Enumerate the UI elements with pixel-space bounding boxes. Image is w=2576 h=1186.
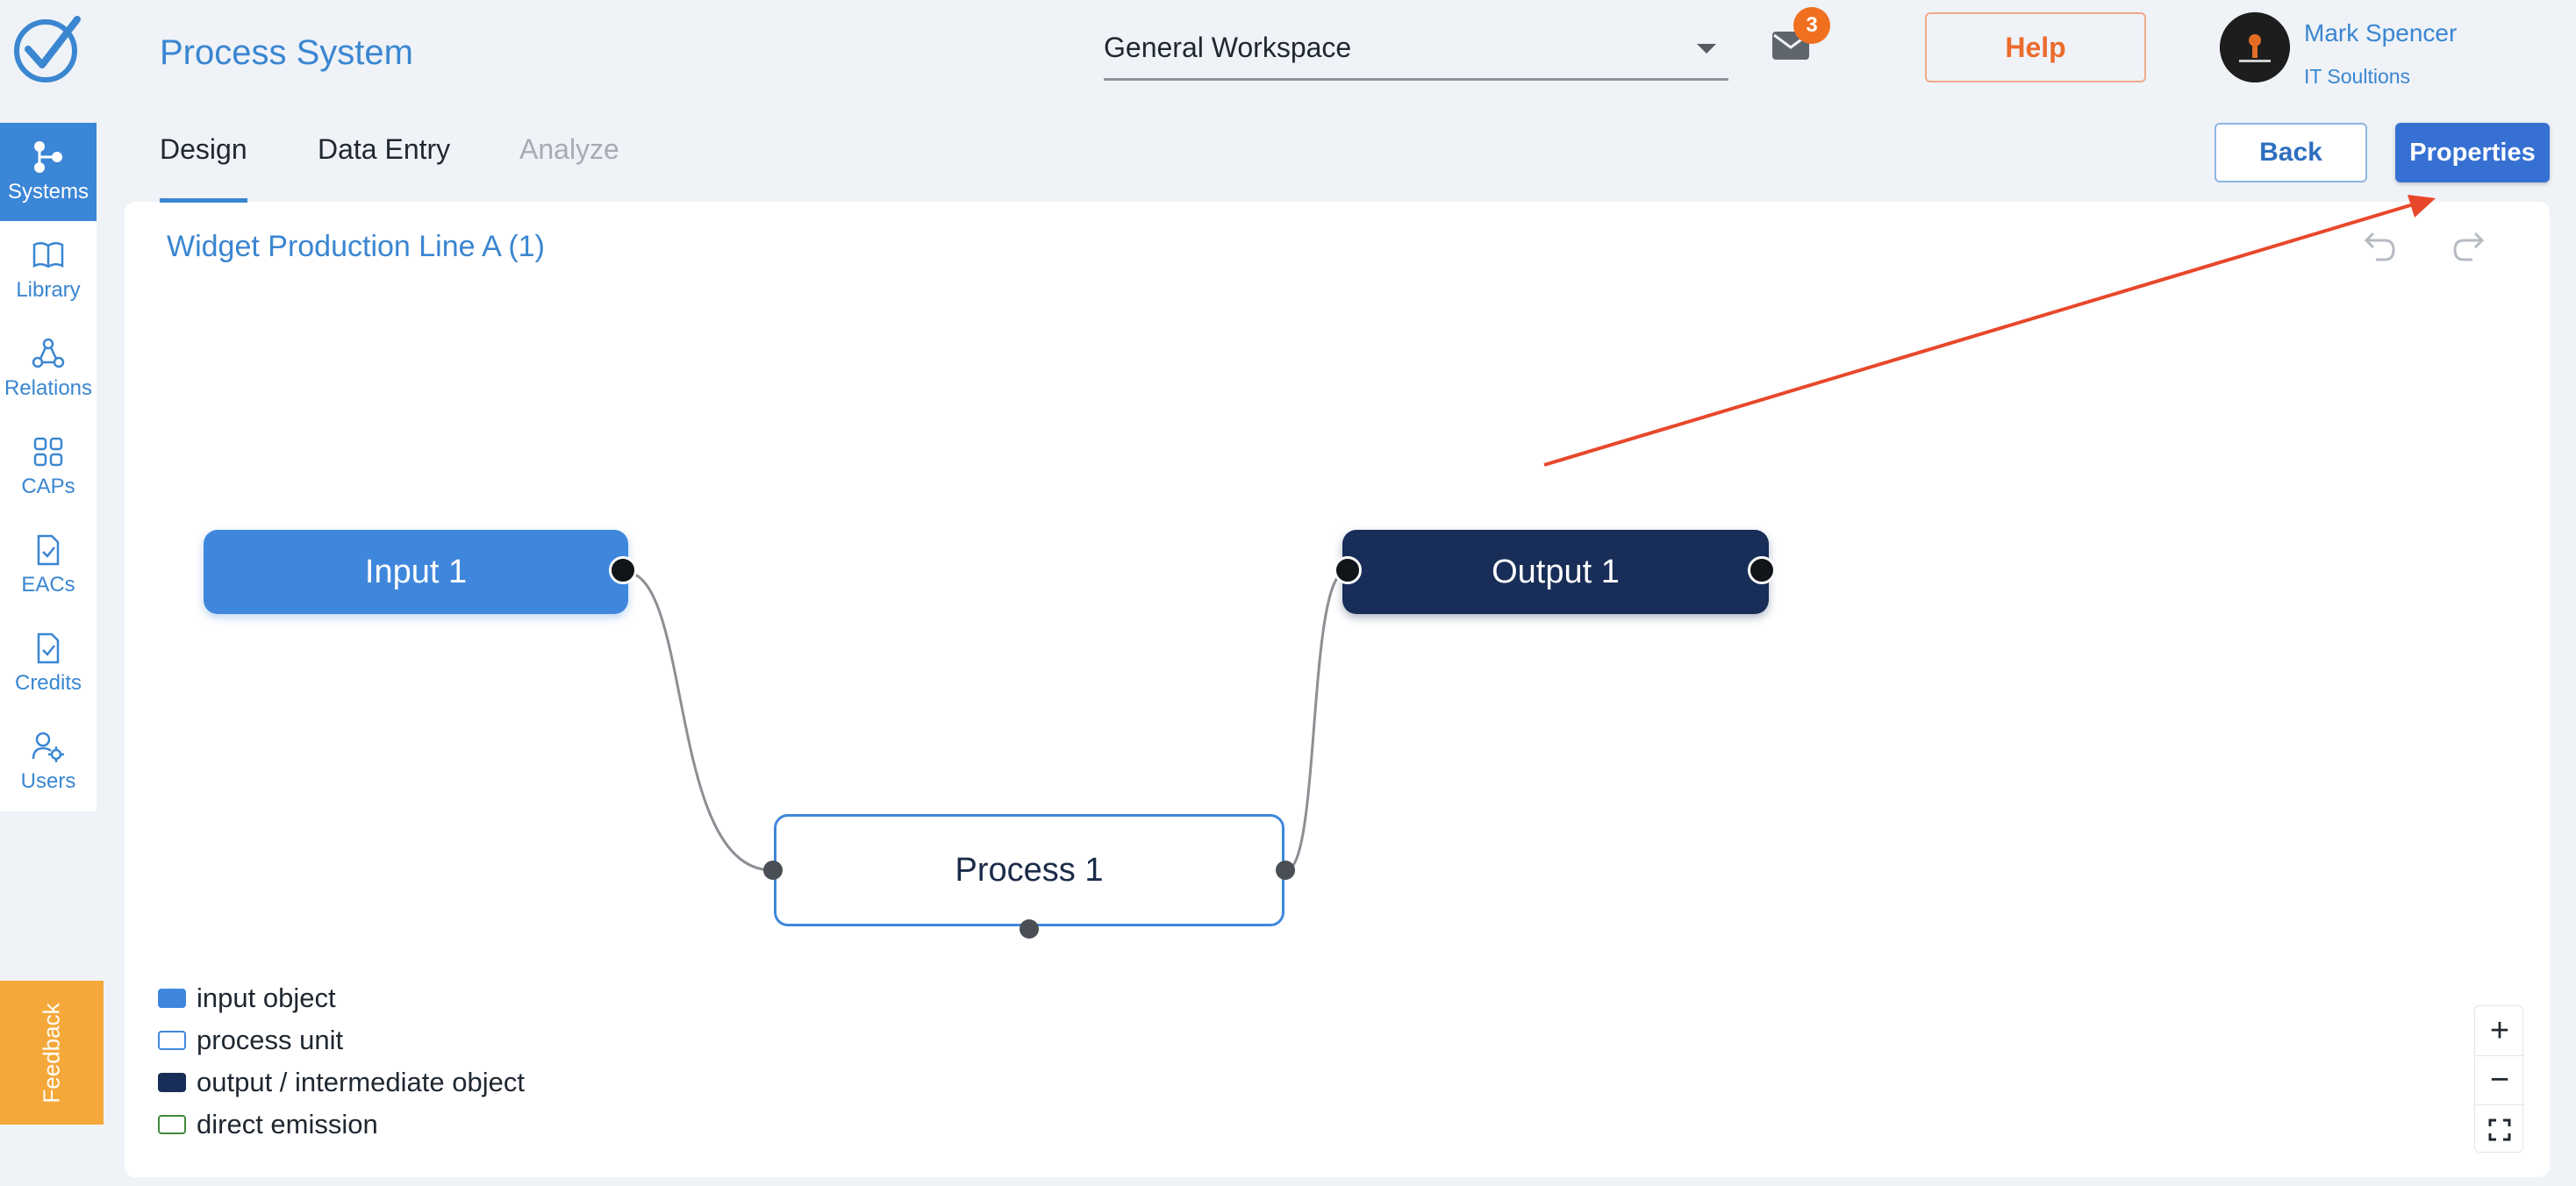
legend-item: direct emission: [158, 1104, 525, 1146]
tab-analyze[interactable]: Analyze: [519, 133, 619, 166]
legend-label: process unit: [197, 1025, 344, 1055]
node-process-1[interactable]: Process 1: [774, 814, 1284, 926]
fit-view-button[interactable]: [2475, 1104, 2524, 1154]
legend-label: output / intermediate object: [197, 1067, 525, 1097]
port-output-1-in[interactable]: [1334, 556, 1362, 584]
active-tab-indicator: [160, 198, 247, 203]
app-logo-icon[interactable]: [12, 14, 82, 84]
grid-icon: [33, 437, 63, 467]
sidebar: Systems Library Relations CAPs EACs Cred…: [0, 123, 97, 811]
redo-icon[interactable]: [2448, 226, 2492, 270]
undo-icon[interactable]: [2357, 226, 2401, 270]
zoom-controls: + −: [2474, 1005, 2524, 1154]
legend-swatch-process: [158, 1031, 186, 1050]
legend-swatch-emission: [158, 1115, 186, 1134]
legend-item: output / intermediate object: [158, 1061, 525, 1104]
sidebar-item-label: EACs: [21, 573, 75, 597]
company-logo-icon: [2220, 12, 2290, 82]
systems-icon: [34, 141, 62, 173]
node-output-1[interactable]: Output 1: [1342, 530, 1769, 614]
sidebar-item-users[interactable]: Users: [0, 712, 97, 811]
sidebar-item-label: Users: [20, 769, 76, 793]
feedback-tab[interactable]: Feedback: [0, 981, 104, 1125]
node-label: Input 1: [364, 553, 468, 590]
tab-data-entry[interactable]: Data Entry: [318, 133, 450, 166]
sidebar-item-caps[interactable]: CAPs: [0, 418, 97, 516]
mail-count-badge: 3: [1793, 7, 1830, 44]
sidebar-item-eacs[interactable]: EACs: [0, 516, 97, 614]
port-process-1-in[interactable]: [763, 861, 783, 880]
book-icon: [32, 242, 64, 268]
users-gear-icon: [32, 732, 64, 762]
legend-label: input object: [197, 982, 336, 1013]
legend-item: process unit: [158, 1019, 525, 1061]
legend: input object process unit output / inter…: [158, 977, 525, 1146]
port-process-1-emission[interactable]: [1020, 919, 1039, 939]
legend-label: direct emission: [197, 1109, 378, 1140]
feedback-label: Feedback: [38, 1002, 65, 1104]
properties-button[interactable]: Properties: [2395, 123, 2550, 182]
document-check-icon: [37, 534, 60, 566]
help-button[interactable]: Help: [1925, 12, 2146, 82]
zoom-in-button[interactable]: +: [2475, 1006, 2524, 1055]
legend-swatch-output: [158, 1073, 186, 1092]
chevron-down-icon: [1697, 44, 1716, 54]
sidebar-item-relations[interactable]: Relations: [0, 319, 97, 418]
port-output-1-out[interactable]: [1748, 556, 1776, 584]
sidebar-item-label: Systems: [7, 180, 89, 204]
app-title: Process System: [160, 33, 413, 72]
port-process-1-out[interactable]: [1276, 861, 1295, 880]
sidebar-item-systems[interactable]: Systems: [0, 123, 97, 221]
user-organization: IT Soultions: [2304, 65, 2411, 88]
legend-swatch-input: [158, 989, 186, 1008]
sidebar-item-credits[interactable]: Credits: [0, 614, 97, 712]
relations-icon: [32, 338, 65, 368]
port-input-1-out[interactable]: [609, 556, 637, 584]
tab-design[interactable]: Design: [160, 133, 247, 166]
sidebar-item-label: Relations: [4, 376, 93, 400]
node-input-1[interactable]: Input 1: [204, 530, 628, 614]
user-name[interactable]: Mark Spencer: [2304, 19, 2457, 47]
sidebar-item-label: CAPs: [21, 475, 75, 498]
workspace-select[interactable]: General Workspace: [1104, 23, 1728, 81]
back-button[interactable]: Back: [2215, 123, 2367, 182]
node-label: Output 1: [1492, 553, 1620, 590]
sidebar-item-label: Credits: [14, 671, 82, 695]
fullscreen-icon: [2488, 1118, 2511, 1140]
avatar[interactable]: [2220, 12, 2290, 82]
workspace-value: General Workspace: [1104, 32, 1352, 63]
sidebar-item-library[interactable]: Library: [0, 221, 97, 319]
zoom-out-button[interactable]: −: [2475, 1055, 2524, 1104]
node-label: Process 1: [955, 851, 1104, 889]
system-title: Widget Production Line A (1): [167, 230, 545, 263]
legend-item: input object: [158, 977, 525, 1019]
document-check-icon: [37, 632, 60, 664]
sidebar-item-label: Library: [16, 278, 81, 302]
